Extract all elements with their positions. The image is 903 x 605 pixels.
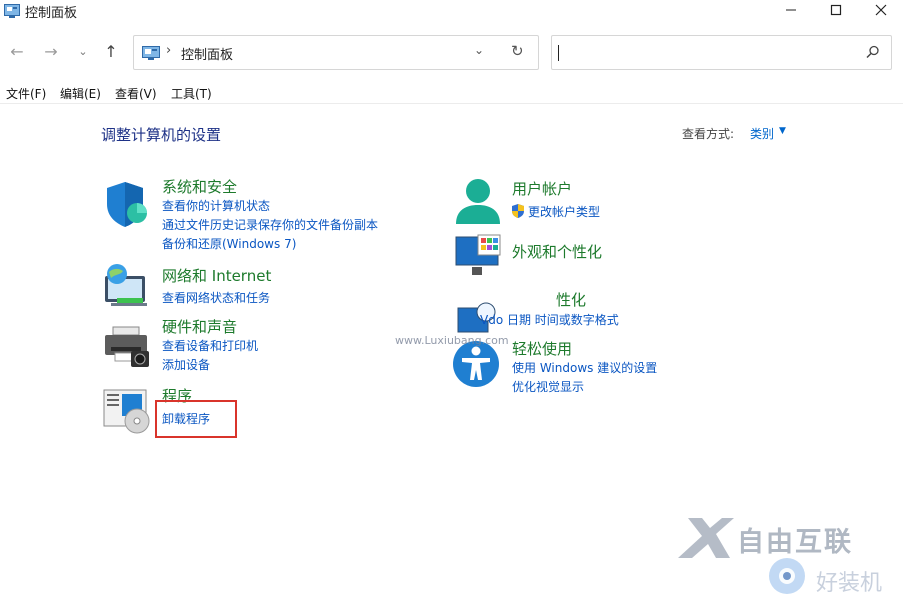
- refresh-button[interactable]: ↻: [511, 42, 524, 60]
- appearance-icon[interactable]: [454, 233, 502, 281]
- breadcrumb-chevron-icon[interactable]: ›: [166, 43, 171, 58]
- minimize-button[interactable]: [769, 0, 813, 20]
- search-icon[interactable]: [865, 44, 881, 60]
- link-network-status[interactable]: 查看网络状态和任务: [162, 289, 270, 306]
- chevron-down-icon[interactable]: ▼: [779, 126, 786, 136]
- up-button[interactable]: ↑: [100, 40, 122, 62]
- menu-edit[interactable]: 编辑(E): [60, 85, 101, 102]
- uac-shield-icon: [511, 203, 525, 218]
- brand-eye-logo: [767, 556, 813, 596]
- watermark-brand-secondary: 好装机: [816, 571, 883, 596]
- recent-locations-button[interactable]: ⌄: [72, 40, 94, 62]
- title-bar: [0, 0, 903, 22]
- link-backup-restore[interactable]: 备份和还原(Windows 7): [162, 235, 296, 252]
- menu-view[interactable]: 查看(V): [115, 85, 157, 102]
- text-cursor: [558, 45, 559, 61]
- link-optimize-visual-display[interactable]: 优化视觉显示: [512, 378, 584, 395]
- search-box[interactable]: [551, 35, 892, 70]
- link-windows-suggested-settings[interactable]: 使用 Windows 建议的设置: [512, 359, 657, 376]
- category-appearance[interactable]: 外观和个性化: [512, 241, 602, 262]
- control-panel-icon: [4, 3, 20, 18]
- watermark-url: www.Luxiubang.com: [395, 334, 509, 347]
- category-user-accounts[interactable]: 用户帐户: [512, 178, 572, 199]
- printer-icon[interactable]: [103, 323, 151, 371]
- control-panel-icon: [142, 45, 160, 60]
- view-by-label: 查看方式:: [682, 127, 735, 141]
- back-button[interactable]: ←: [6, 40, 28, 62]
- category-network-internet[interactable]: 网络和 Internet: [162, 265, 271, 286]
- highlight-box: [155, 400, 237, 438]
- link-change-date-time-format[interactable]: Vdo 日期 时间或数字格式: [480, 311, 619, 328]
- forward-button[interactable]: →: [40, 40, 62, 62]
- category-system-security[interactable]: 系统和安全: [162, 176, 237, 197]
- close-button[interactable]: [859, 0, 903, 20]
- menu-divider: [0, 103, 903, 104]
- view-by-dropdown[interactable]: 类别: [750, 125, 774, 142]
- link-file-history-backup[interactable]: 通过文件历史记录保存你的文件备份副本: [162, 216, 378, 233]
- page-title: 调整计算机的设置: [101, 126, 222, 144]
- link-change-account-type[interactable]: 更改帐户类型: [528, 203, 600, 220]
- category-hardware-sound[interactable]: 硬件和声音: [162, 316, 237, 337]
- link-add-device[interactable]: 添加设备: [162, 356, 210, 373]
- maximize-button[interactable]: [814, 0, 858, 20]
- menu-tools[interactable]: 工具(T): [171, 85, 212, 102]
- watermark-brand: 自由互联: [737, 527, 853, 558]
- window-title: 控制面板: [25, 6, 78, 21]
- address-bar[interactable]: › 控制面板 ⌄ ↻: [133, 35, 539, 70]
- menu-file[interactable]: 文件(F): [6, 85, 46, 102]
- shield-icon[interactable]: [103, 180, 151, 228]
- link-devices-printers[interactable]: 查看设备和打印机: [162, 337, 258, 354]
- breadcrumb-control-panel[interactable]: 控制面板: [181, 44, 233, 63]
- brand-x-logo: [676, 516, 736, 560]
- address-dropdown-button[interactable]: ⌄: [474, 43, 484, 57]
- category-clock-region[interactable]: 性化: [556, 289, 586, 310]
- category-ease-of-access[interactable]: 轻松使用: [512, 338, 572, 359]
- programs-icon[interactable]: [103, 388, 151, 436]
- user-account-icon[interactable]: [454, 178, 502, 226]
- network-globe-icon[interactable]: [103, 262, 151, 310]
- accessibility-icon[interactable]: [452, 340, 500, 388]
- link-view-computer-status[interactable]: 查看你的计算机状态: [162, 197, 270, 214]
